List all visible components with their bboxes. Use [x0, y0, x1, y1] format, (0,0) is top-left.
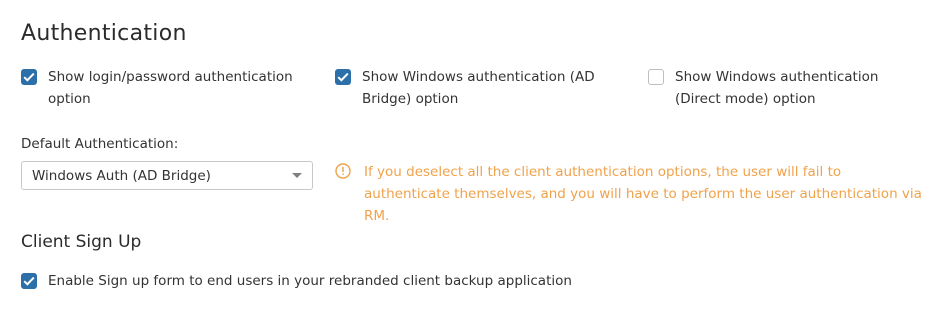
checkbox-label: Show Windows authentication (AD Bridge) …: [362, 69, 595, 107]
section-title-authentication: Authentication: [21, 21, 187, 46]
checkbox-enable-sign-up[interactable]: Enable Sign up form to end users in your…: [21, 272, 721, 292]
checkbox-checked-icon[interactable]: [21, 69, 37, 85]
section-title-client-sign-up: Client Sign Up: [21, 232, 142, 252]
checkbox-checked-icon[interactable]: [21, 273, 37, 289]
checkmark-icon: [23, 276, 35, 286]
checkbox-windows-direct-mode[interactable]: Show Windows authentication (Direct mode…: [648, 68, 928, 110]
select-value: Windows Auth (AD Bridge): [32, 167, 211, 184]
checkbox-label: Show login/password authentication optio…: [48, 69, 293, 107]
checkbox-label: Enable Sign up form to end users in your…: [48, 273, 572, 289]
chevron-down-icon: [292, 173, 302, 178]
warning-message: If you deselect all the client authentic…: [364, 164, 922, 224]
checkbox-windows-ad-bridge[interactable]: Show Windows authentication (AD Bridge) …: [335, 68, 625, 110]
checkbox-label: Show Windows authentication (Direct mode…: [675, 69, 879, 107]
checkbox-login-password[interactable]: Show login/password authentication optio…: [21, 68, 311, 110]
info-circle-icon: [335, 163, 351, 179]
checkbox-unchecked-icon[interactable]: [648, 69, 664, 85]
default-authentication-label: Default Authentication:: [21, 136, 179, 152]
checkmark-icon: [337, 72, 349, 82]
checkbox-checked-icon[interactable]: [335, 69, 351, 85]
default-authentication-select[interactable]: Windows Auth (AD Bridge): [21, 161, 313, 190]
checkmark-icon: [23, 72, 35, 82]
